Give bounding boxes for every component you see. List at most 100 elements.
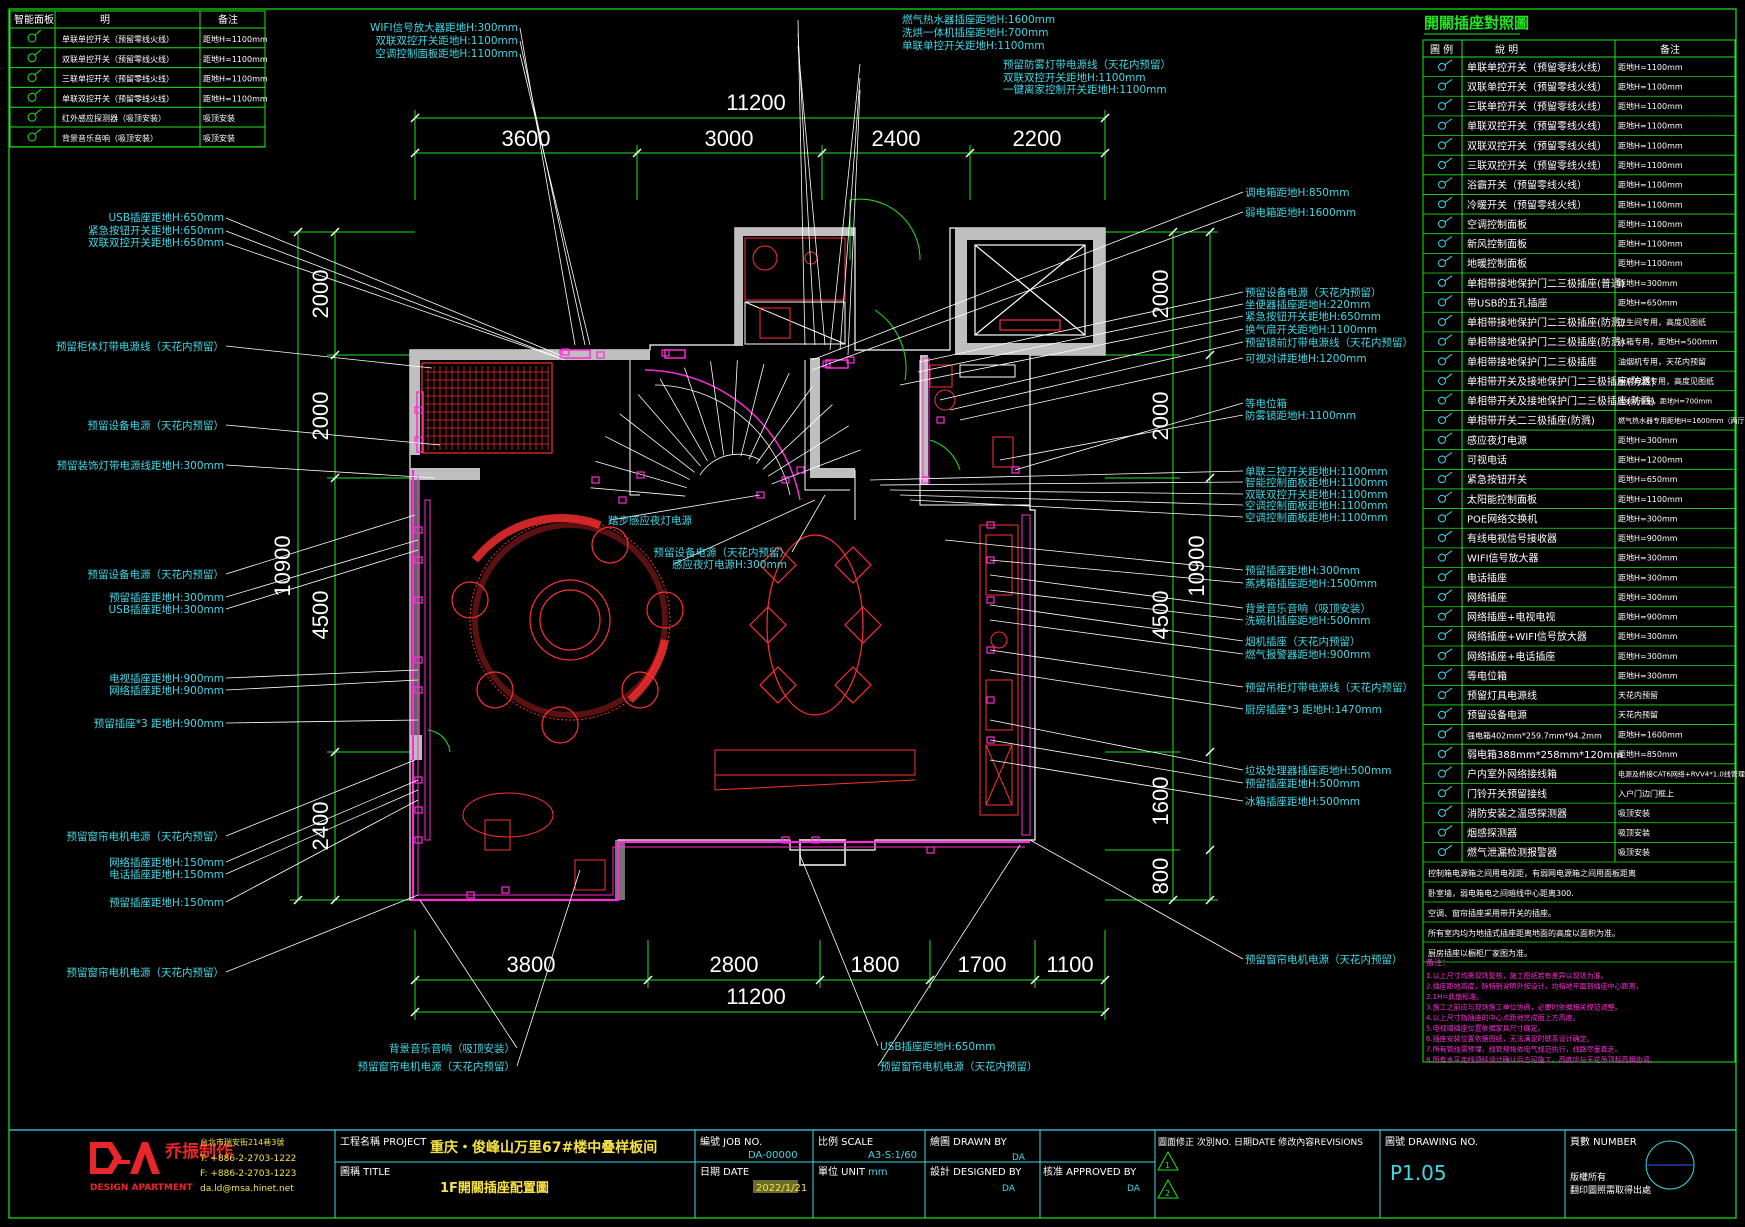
legend-symbol-icon [1438, 255, 1453, 268]
unit-label: 單位 UNIT [818, 1165, 866, 1178]
legend-symbol-icon [1438, 805, 1453, 817]
designed-label: 設計 DESIGNED BY [930, 1165, 1022, 1178]
annotation-label: 预留柜体灯带电源线（天花内预留） [56, 340, 224, 353]
rl-row-desc: 单相带接地保护门二三极插座(防溅) [1467, 316, 1625, 329]
annotation-label: USB插座距地H:300mm [109, 603, 225, 616]
annotation-label: 预留插座*3 距地H:900mm [94, 717, 224, 730]
rl-row-note: 距地H=1200mm [1618, 455, 1683, 465]
rl-row-note: 距地H=300mm [1618, 278, 1678, 288]
rl-row-note: 距地H=850mm [1618, 749, 1678, 759]
legend-symbol-icon [1438, 98, 1453, 111]
speaker-icon [27, 128, 42, 142]
annotation-label: 等电位箱 [1245, 397, 1287, 410]
tl-legend-desc: 三联单控开关（预留零线火线） [62, 74, 174, 84]
rl-row-note: 距地H=1100mm [1618, 121, 1683, 131]
rl-remark: 2.1H=此值标准。 [1426, 992, 1483, 1001]
company-fax: F: +886-2-2703-1223 [200, 1169, 296, 1179]
kitchen-counter [979, 524, 1019, 816]
legend-symbol-icon [1438, 118, 1453, 130]
project-label: 工程名稱 PROJECT [340, 1135, 427, 1148]
rl-note: 所有室内均为地插式插座距离地面的高度以面积为准。 [1428, 928, 1620, 938]
legend-symbol-icon [1438, 393, 1453, 405]
legend-symbol-icon [1438, 766, 1453, 778]
annotation-label: 预留窗帘电机电源（天花内预留） [880, 1060, 1038, 1073]
approved-label: 核准 APPROVED BY [1043, 1165, 1137, 1178]
annotation-label: 网络插座距地H:900mm [109, 684, 224, 697]
annotation-label: 预留窗帘电机电源（天花内预留） [67, 830, 225, 843]
annotation-label: 换气扇开关距地H:1100mm [1245, 323, 1377, 336]
copyright-2: 翻印圖照需取得出處 [1570, 1184, 1651, 1196]
rl-note: 空调、窗帘插座采用带开关的插座。 [1428, 908, 1556, 918]
drawing-no-label: 圖號 DRAWING NO. [1385, 1135, 1478, 1148]
legend-symbol-icon [1438, 157, 1453, 169]
dim-top-total: 11200 [726, 90, 786, 115]
annotation-label: 感应夜灯电源H:300mm [672, 558, 787, 571]
rl-remark: 1.以上尺寸均需现场复核，施工图纸若有差异以现场为准。 [1426, 971, 1608, 980]
living-room-furniture [451, 514, 684, 744]
legend-symbol-icon [1438, 589, 1453, 601]
dim-left-total: 10900 [270, 535, 295, 596]
annotation-label: 洗烘一体机插座距地H:700mm [902, 26, 1048, 39]
rl-row-desc: 带USB的五孔插座 [1467, 296, 1548, 309]
legend-symbol-icon [1438, 628, 1453, 641]
annotation-label: 智能控制面板距地H:1100mm [1245, 476, 1388, 489]
annotation-label: USB插座距地H:650mm [880, 1040, 996, 1053]
dim-bot-5: 1100 [1046, 952, 1093, 977]
annotation-label: 预留设备电源（天花内预留） [88, 568, 225, 581]
rl-row-note: 距地H=300mm [1618, 670, 1678, 680]
rl-row-note: 卫生间专用，高度见图纸 [1618, 317, 1706, 327]
rl-row-desc: 燃气泄漏检测报警器 [1467, 846, 1557, 859]
annotation-label: 紧急按钮开关距地H:650mm [1245, 310, 1381, 323]
company-address: 台北市瑞安街214巷3號 [200, 1137, 284, 1147]
rl-remarks-title: 备注： [1426, 957, 1450, 967]
drawn-by: DA [1012, 1153, 1026, 1163]
doors [427, 198, 961, 753]
rl-row-desc: 预留灯具电源线 [1467, 689, 1537, 702]
annotation-label: 背景音乐音响（吸顶安装） [389, 1042, 515, 1055]
annotation-label: 蒸烤箱插座距地H:1500mm [1245, 577, 1377, 590]
rl-row-desc: 强电箱402mm*259.7mm*94.2mm [1467, 730, 1602, 740]
job-no: DA-00000 [748, 1150, 798, 1161]
job-label: 編號 JOB NO. [700, 1135, 762, 1148]
rl-row-note: 距地H=1100mm [1618, 180, 1683, 190]
rl-row-desc: 网络插座+电视电视 [1467, 611, 1555, 624]
annotation-label: 双联双控开关距地H:1100mm [1003, 71, 1146, 84]
rl-row-note: 洗衣机专用，距地H=700mm [1618, 397, 1712, 406]
bathroom-left [744, 237, 846, 345]
rl-row-desc: 户内室外网络接线箱 [1467, 768, 1557, 781]
tl-legend-desc: 红外感应探测器（吸顶安装） [62, 113, 166, 123]
rl-row-note: 距地H=300mm [1618, 435, 1678, 445]
unit-value: mm [868, 1167, 887, 1178]
annotation-label: 燃气报警器距地H:900mm [1245, 648, 1370, 661]
annotations-center: 踏步感应夜灯电源预留设备电源（天花内预留）感应夜灯电源H:300mm [608, 514, 790, 571]
rl-row-note: 距地H=650mm [1618, 474, 1678, 484]
title-label: 圖稱 TITLE [340, 1166, 390, 1178]
legend-symbol-icon [1438, 353, 1453, 366]
annotation-label: 冰箱插座距地H:500mm [1245, 795, 1360, 808]
rl-row-note: 冰箱专用，距地H=500mm [1618, 337, 1718, 347]
scale-label: 比例 SCALE [818, 1135, 873, 1148]
rl-header-3: 备注 [1660, 43, 1680, 56]
rl-row-desc: WIFI信号放大器 [1467, 552, 1539, 565]
outlet-icon [986, 596, 995, 604]
annotations-top: WIFI信号放大器距地H:300mm 双联双控开关距地H:1100mm 空调控制面板… [370, 13, 1171, 96]
legend-symbol-icon [1438, 471, 1453, 484]
rev-1: 1 [1165, 1161, 1170, 1170]
dim-top-1: 3600 [502, 126, 551, 151]
tl-legend-desc: 单联单控开关（预留零线火线） [62, 34, 174, 44]
annotation-label: 预留镜前灯带电源线（天花内预留） [1245, 336, 1413, 349]
annotation-label: WIFI信号放大器距地H:300mm [370, 21, 518, 34]
rl-note: 控制箱电源箱之间用电视距，有弱网电源箱之间用面板距离 [1428, 868, 1636, 878]
rl-row-desc: 门铃开关预留接线 [1467, 787, 1547, 800]
annotation-label: 防雾镜距地H:1100mm [1245, 409, 1356, 422]
annotations-right: 调电箱距地H:850mm 弱电箱距地H:1600mm 预留设备电源（天花内预留）坐便… [1245, 186, 1413, 966]
annotation-label: 空调控制面板距地H:1100mm [375, 47, 518, 60]
rl-row-note: 距地H=1100mm [1618, 239, 1683, 249]
outlet-icon [591, 476, 600, 484]
legend-symbol-icon [1438, 569, 1453, 582]
dim-left-4: 2400 [308, 802, 333, 851]
double-switch-icon [27, 49, 42, 63]
dim-bot-total: 11200 [726, 984, 786, 1009]
project-name: 重庆・俊峰山万里67#楼中叠样板间 [430, 1139, 657, 1156]
dim-right-5: 800 [1148, 858, 1173, 895]
